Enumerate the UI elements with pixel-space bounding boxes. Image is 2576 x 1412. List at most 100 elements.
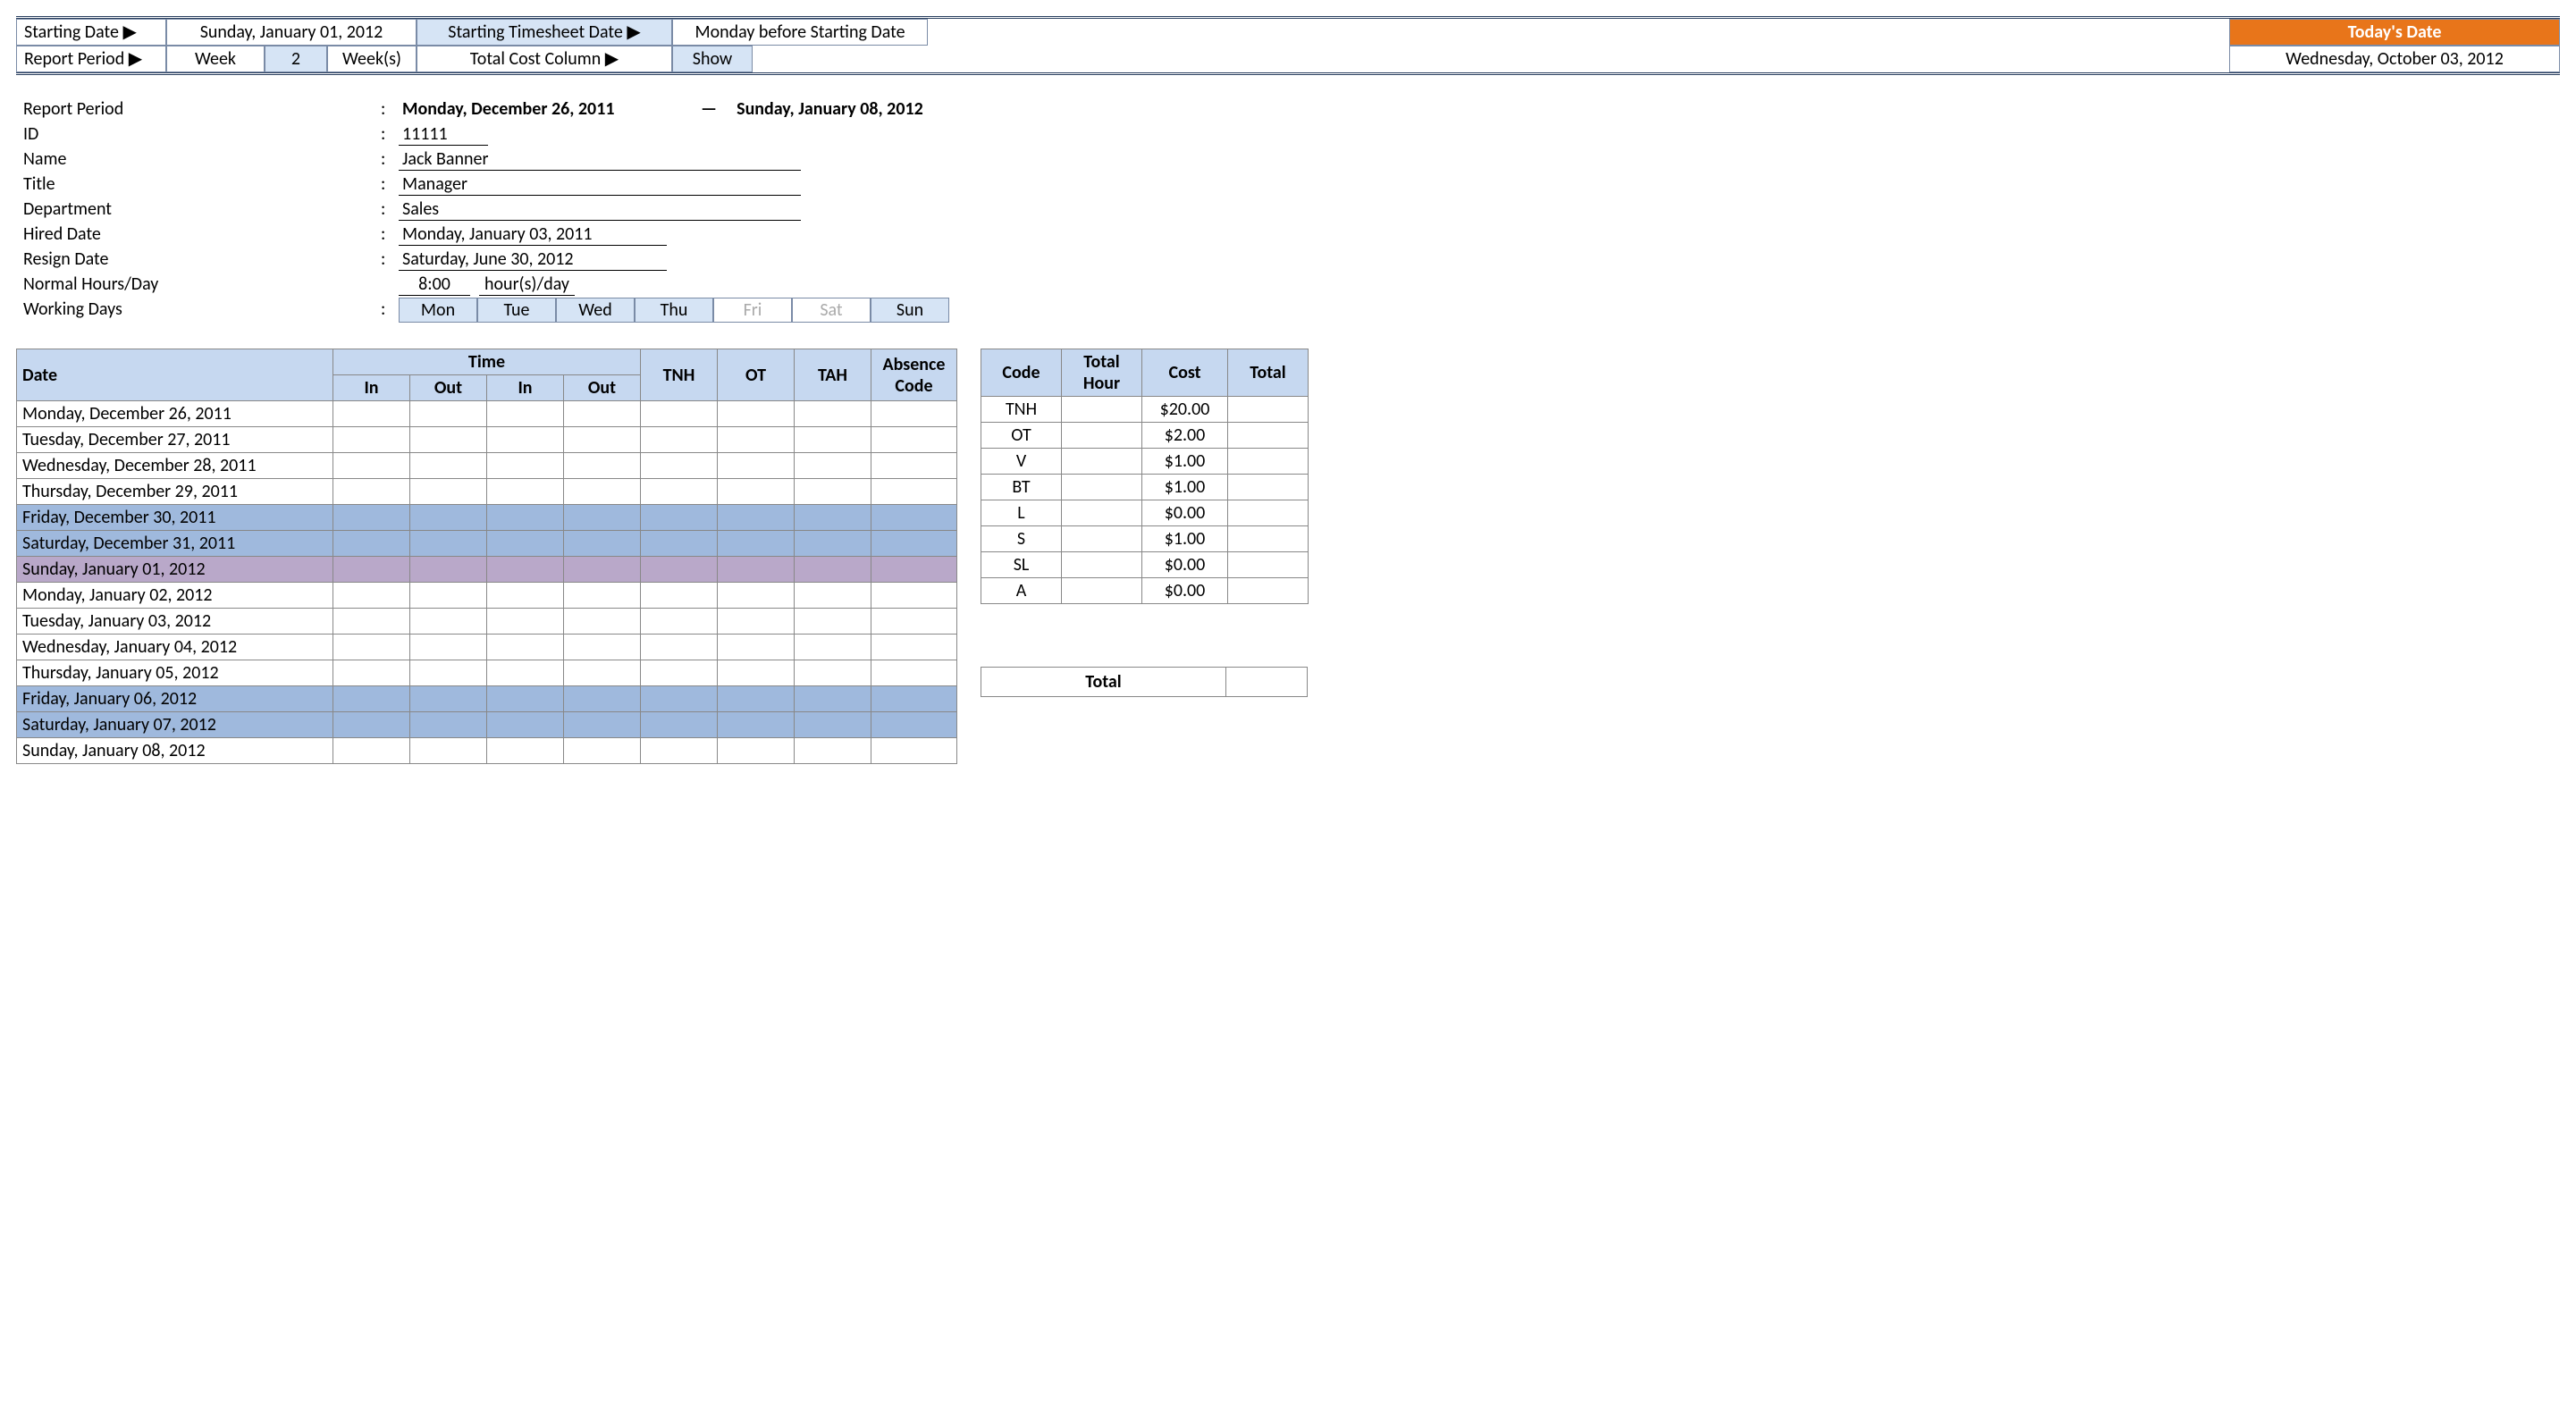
time-cell[interactable] — [564, 583, 641, 609]
time-cell[interactable] — [641, 479, 718, 505]
time-cell[interactable] — [871, 660, 957, 686]
code-hour[interactable] — [1062, 526, 1142, 552]
time-cell[interactable] — [333, 712, 410, 738]
code-total[interactable] — [1228, 500, 1309, 526]
time-cell[interactable] — [795, 660, 871, 686]
time-cell[interactable] — [795, 712, 871, 738]
time-cell[interactable] — [564, 609, 641, 635]
time-cell[interactable] — [487, 427, 564, 453]
time-cell[interactable] — [641, 712, 718, 738]
time-cell[interactable] — [795, 401, 871, 427]
time-cell[interactable] — [718, 557, 795, 583]
time-cell[interactable] — [333, 505, 410, 531]
time-cell[interactable] — [871, 479, 957, 505]
time-cell[interactable] — [564, 738, 641, 764]
time-cell[interactable] — [641, 505, 718, 531]
time-cell[interactable] — [718, 738, 795, 764]
time-cell[interactable] — [795, 583, 871, 609]
time-cell[interactable] — [487, 557, 564, 583]
time-cell[interactable] — [410, 738, 487, 764]
time-cell[interactable] — [487, 583, 564, 609]
time-cell[interactable] — [641, 427, 718, 453]
time-cell[interactable] — [333, 427, 410, 453]
starting-date-value[interactable]: Sunday, January 01, 2012 — [166, 19, 417, 46]
time-cell[interactable] — [641, 635, 718, 660]
time-cell[interactable] — [795, 609, 871, 635]
time-cell[interactable] — [871, 738, 957, 764]
code-total[interactable] — [1228, 423, 1309, 449]
time-cell[interactable] — [718, 686, 795, 712]
time-cell[interactable] — [871, 453, 957, 479]
time-cell[interactable] — [641, 401, 718, 427]
time-cell[interactable] — [641, 583, 718, 609]
dept-value[interactable]: Sales — [399, 198, 801, 221]
time-cell[interactable] — [871, 583, 957, 609]
time-cell[interactable] — [795, 635, 871, 660]
time-cell[interactable] — [795, 557, 871, 583]
code-total[interactable] — [1228, 475, 1309, 500]
time-cell[interactable] — [871, 686, 957, 712]
time-cell[interactable] — [333, 660, 410, 686]
time-cell[interactable] — [871, 505, 957, 531]
time-cell[interactable] — [410, 505, 487, 531]
time-cell[interactable] — [410, 427, 487, 453]
time-cell[interactable] — [871, 712, 957, 738]
time-cell[interactable] — [564, 635, 641, 660]
time-cell[interactable] — [871, 609, 957, 635]
time-cell[interactable] — [487, 401, 564, 427]
time-cell[interactable] — [718, 712, 795, 738]
time-cell[interactable] — [410, 479, 487, 505]
time-cell[interactable] — [795, 427, 871, 453]
time-cell[interactable] — [871, 531, 957, 557]
code-hour[interactable] — [1062, 475, 1142, 500]
code-hour[interactable] — [1062, 423, 1142, 449]
time-cell[interactable] — [487, 609, 564, 635]
time-cell[interactable] — [410, 712, 487, 738]
code-hour[interactable] — [1062, 397, 1142, 423]
time-cell[interactable] — [487, 660, 564, 686]
time-cell[interactable] — [333, 531, 410, 557]
day-wed[interactable]: Wed — [556, 298, 635, 323]
cost-column-value[interactable]: Show — [672, 46, 753, 72]
time-cell[interactable] — [641, 453, 718, 479]
time-cell[interactable] — [871, 635, 957, 660]
day-thu[interactable]: Thu — [635, 298, 713, 323]
time-cell[interactable] — [410, 635, 487, 660]
time-cell[interactable] — [487, 712, 564, 738]
code-hour[interactable] — [1062, 449, 1142, 475]
time-cell[interactable] — [641, 557, 718, 583]
time-cell[interactable] — [718, 531, 795, 557]
time-cell[interactable] — [333, 479, 410, 505]
time-cell[interactable] — [333, 583, 410, 609]
time-cell[interactable] — [641, 609, 718, 635]
time-cell[interactable] — [410, 609, 487, 635]
time-cell[interactable] — [564, 401, 641, 427]
time-cell[interactable] — [564, 660, 641, 686]
time-cell[interactable] — [333, 453, 410, 479]
time-cell[interactable] — [487, 505, 564, 531]
time-cell[interactable] — [564, 453, 641, 479]
day-fri[interactable]: Fri — [713, 298, 792, 323]
time-cell[interactable] — [410, 557, 487, 583]
code-total[interactable] — [1228, 578, 1309, 604]
resign-value[interactable]: Saturday, June 30, 2012 — [399, 248, 667, 271]
time-cell[interactable] — [333, 635, 410, 660]
time-cell[interactable] — [487, 635, 564, 660]
time-cell[interactable] — [718, 505, 795, 531]
time-cell[interactable] — [564, 531, 641, 557]
timesheet-date-value[interactable]: Monday before Starting Date — [672, 19, 928, 46]
time-cell[interactable] — [871, 427, 957, 453]
code-total[interactable] — [1228, 397, 1309, 423]
time-cell[interactable] — [795, 479, 871, 505]
time-cell[interactable] — [641, 686, 718, 712]
time-cell[interactable] — [718, 479, 795, 505]
time-cell[interactable] — [564, 479, 641, 505]
time-cell[interactable] — [641, 660, 718, 686]
time-cell[interactable] — [564, 557, 641, 583]
time-cell[interactable] — [333, 609, 410, 635]
time-cell[interactable] — [487, 686, 564, 712]
day-mon[interactable]: Mon — [399, 298, 477, 323]
time-cell[interactable] — [487, 531, 564, 557]
code-total[interactable] — [1228, 449, 1309, 475]
code-hour[interactable] — [1062, 552, 1142, 578]
